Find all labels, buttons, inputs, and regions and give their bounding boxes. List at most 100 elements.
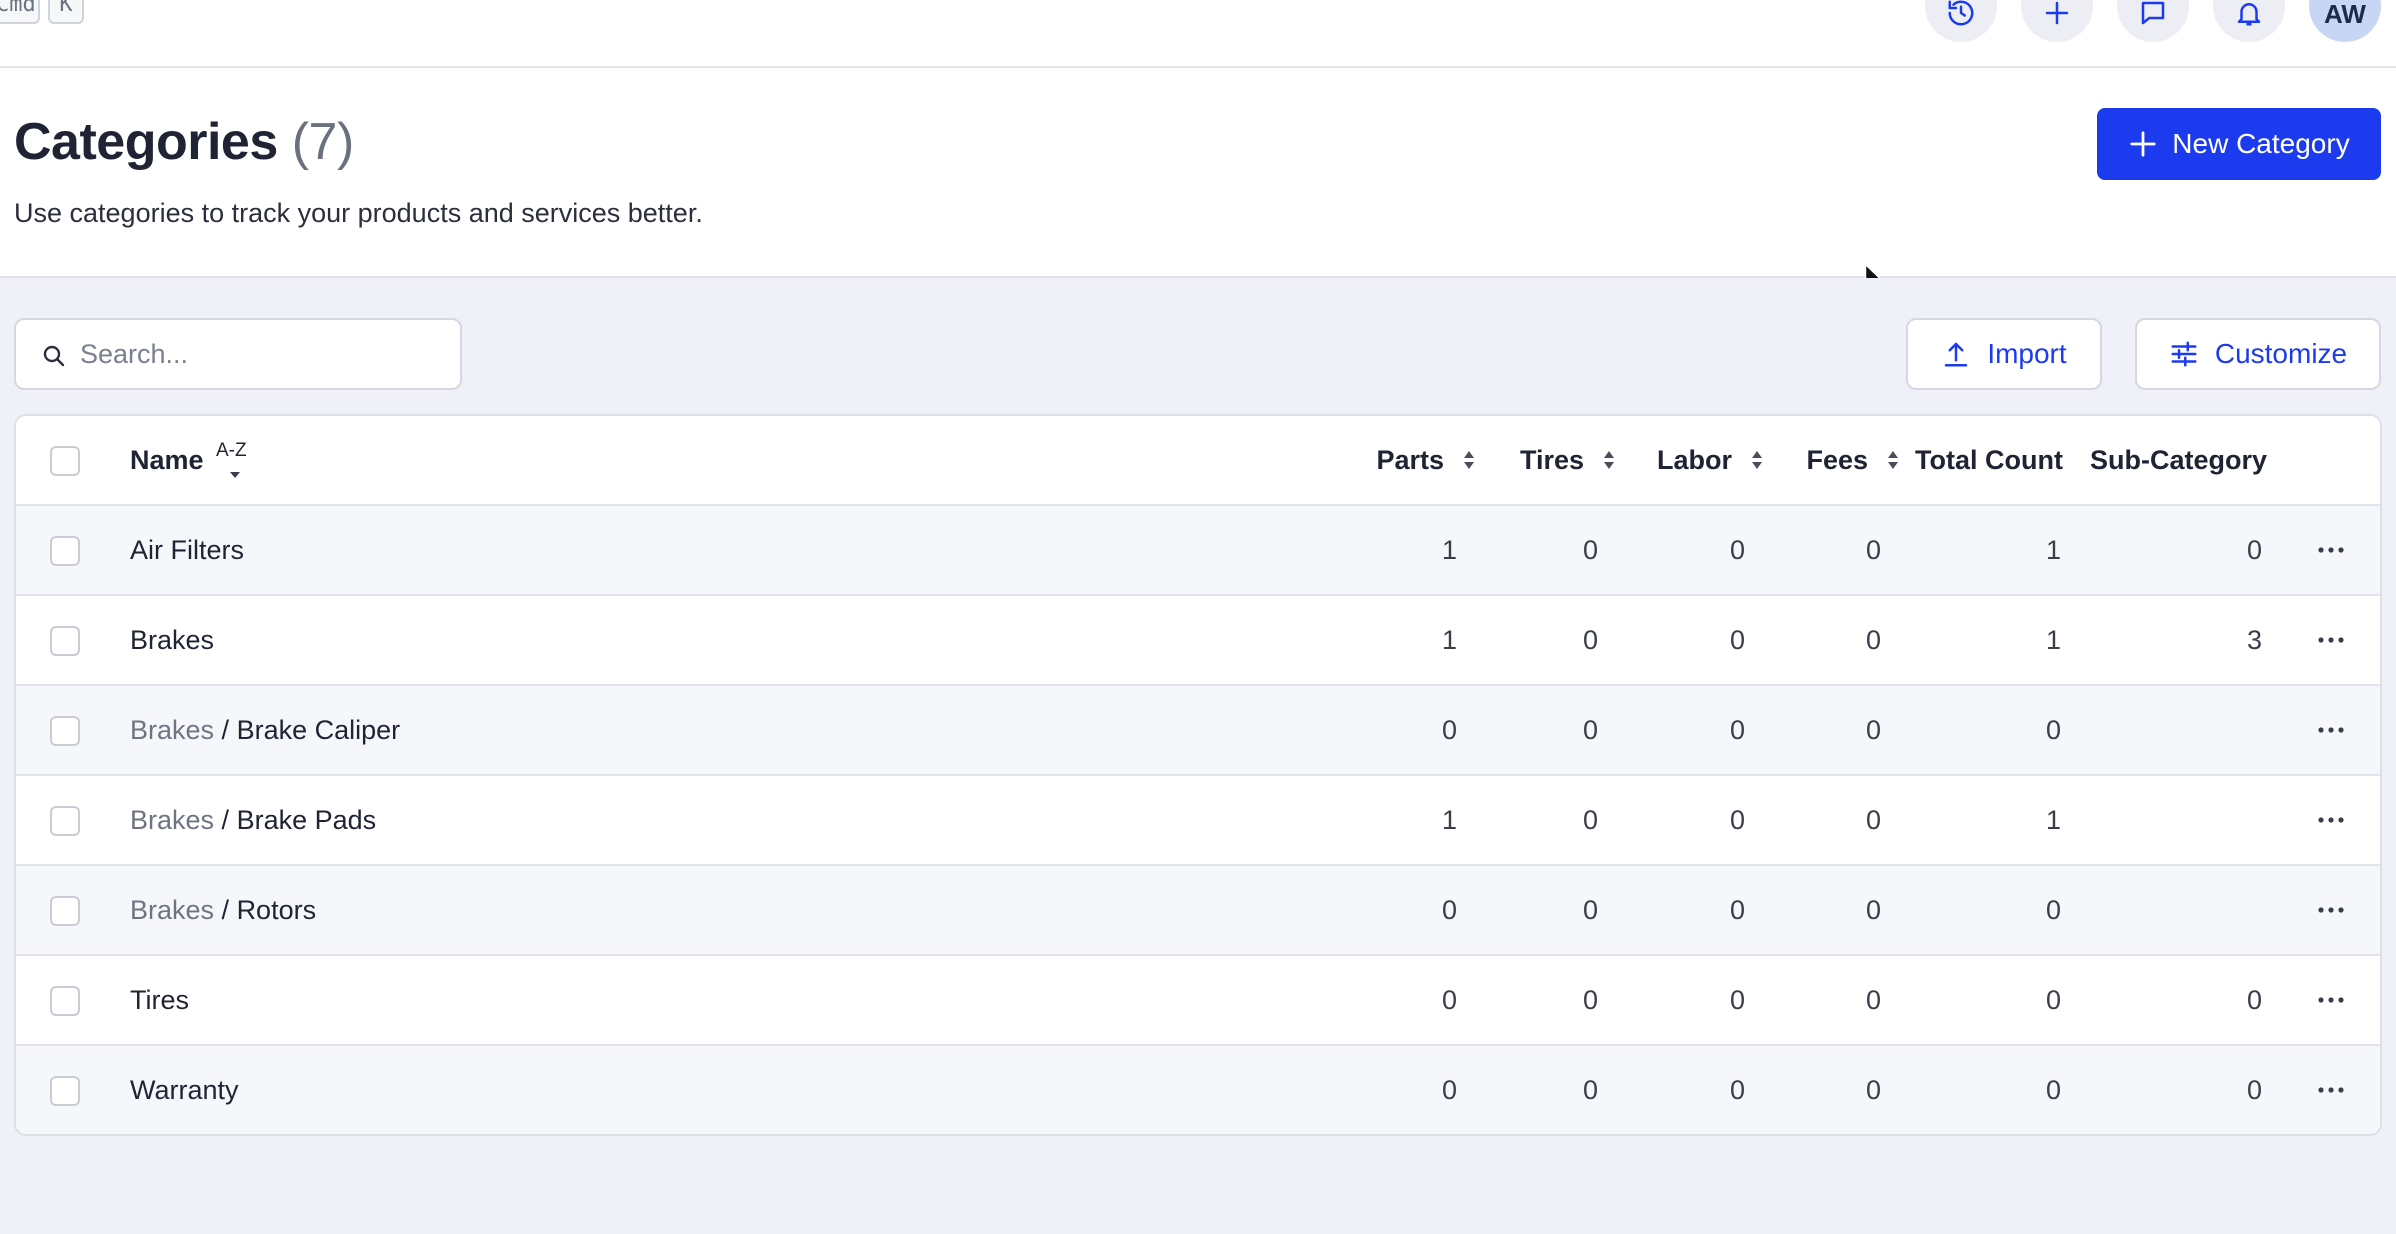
- cell-fees: 0: [1865, 625, 1881, 655]
- category-label: Brakes: [130, 625, 215, 655]
- history-button[interactable]: [1925, 0, 1997, 42]
- row-checkbox[interactable]: [50, 896, 80, 926]
- category-label: Brake Caliper: [236, 715, 401, 745]
- cell-labor: 0: [1729, 625, 1745, 655]
- category-name[interactable]: Warranty: [130, 1046, 239, 1134]
- cell-labor: 0: [1729, 805, 1745, 835]
- sliders-icon: [2171, 341, 2197, 367]
- category-name[interactable]: Brakes / Brake Pads: [130, 776, 376, 864]
- category-label: Rotors: [236, 895, 317, 925]
- row-checkbox[interactable]: [50, 986, 80, 1016]
- table-row[interactable]: Brakes / Brake Pads 1 0 0 0 1: [16, 776, 2380, 866]
- table-header-row: Name A-Z Parts Tires Labor Fees Total Co…: [16, 416, 2380, 506]
- table-row[interactable]: Warranty 0 0 0 0 0 0: [16, 1046, 2380, 1134]
- cell-total: 1: [2045, 535, 2061, 565]
- column-header-parts-label: Parts: [1376, 445, 1444, 475]
- table-row[interactable]: Brakes 1 0 0 0 1 3: [16, 596, 2380, 686]
- user-avatar[interactable]: AW: [2309, 0, 2381, 42]
- category-name[interactable]: Tires: [130, 956, 189, 1044]
- cell-tires: 0: [1582, 715, 1598, 745]
- category-name[interactable]: Brakes: [130, 596, 214, 684]
- cell-total: 0: [2045, 985, 2061, 1015]
- more-options-icon[interactable]: [2316, 988, 2346, 1012]
- column-header-fees[interactable]: Fees: [1716, 416, 1900, 504]
- path-separator: /: [214, 895, 237, 925]
- table-row[interactable]: Brakes / Brake Caliper 0 0 0 0 0: [16, 686, 2380, 776]
- cell-tires: 0: [1582, 1075, 1598, 1105]
- cell-parts: 0: [1441, 895, 1457, 925]
- cell-labor: 0: [1729, 895, 1745, 925]
- customize-button[interactable]: Customize: [2135, 318, 2381, 390]
- parent-category: Brakes: [130, 805, 215, 835]
- path-separator: /: [214, 805, 237, 835]
- select-all-checkbox[interactable]: [50, 446, 80, 476]
- page-subtitle: Use categories to track your products an…: [14, 198, 703, 228]
- categories-table: Name A-Z Parts Tires Labor Fees Total Co…: [14, 414, 2382, 1136]
- cell-sub: [2142, 686, 2262, 774]
- quick-add-button[interactable]: [2021, 0, 2093, 42]
- page-title: Categories (7): [14, 112, 354, 172]
- history-icon: [1948, 0, 1974, 26]
- parent-category: Brakes: [130, 895, 215, 925]
- more-options-icon[interactable]: [2316, 808, 2346, 832]
- cell-parts: 1: [1441, 625, 1457, 655]
- cell-tires: 0: [1582, 985, 1598, 1015]
- category-name[interactable]: Brakes / Rotors: [130, 866, 316, 954]
- more-options-icon[interactable]: [2316, 718, 2346, 742]
- new-category-label: New Category: [2172, 128, 2350, 159]
- cell-sub: 0: [2246, 985, 2262, 1015]
- page-header: Categories (7) Use categories to track y…: [0, 68, 2396, 297]
- cell-parts: 0: [1441, 1075, 1457, 1105]
- sort-desc-icon: [230, 472, 240, 478]
- plus-icon: [2130, 131, 2156, 157]
- table-row[interactable]: Brakes / Rotors 0 0 0 0 0: [16, 866, 2380, 956]
- category-name[interactable]: Air Filters: [130, 506, 244, 594]
- import-button[interactable]: Import: [1906, 318, 2102, 390]
- kbd-k-key: K: [48, 0, 84, 24]
- new-category-button[interactable]: New Category: [2097, 108, 2381, 180]
- more-options-icon[interactable]: [2316, 538, 2346, 562]
- row-checkbox[interactable]: [50, 716, 80, 746]
- cell-tires: 0: [1582, 625, 1598, 655]
- chat-icon: [2141, 1, 2165, 25]
- cell-fees: 0: [1865, 805, 1881, 835]
- kbd-cmd-key: Cmd: [0, 0, 40, 24]
- cell-sub: [2142, 866, 2262, 954]
- cell-total: 0: [2045, 1075, 2061, 1105]
- search-box[interactable]: [14, 318, 462, 390]
- import-label: Import: [1987, 338, 2067, 369]
- table-row[interactable]: Air Filters 1 0 0 0 1 0: [16, 506, 2380, 596]
- category-label: Brake Pads: [236, 805, 377, 835]
- top-bar: Cmd K AW: [0, 0, 2396, 68]
- cell-labor: 0: [1729, 535, 1745, 565]
- column-header-name[interactable]: Name: [130, 416, 204, 504]
- cell-fees: 0: [1865, 715, 1881, 745]
- cell-tires: 0: [1582, 895, 1598, 925]
- category-label: Air Filters: [130, 535, 244, 565]
- customize-label: Customize: [2214, 338, 2348, 369]
- row-checkbox[interactable]: [50, 626, 80, 656]
- cell-fees: 0: [1865, 985, 1881, 1015]
- table-row[interactable]: Tires 0 0 0 0 0 0: [16, 956, 2380, 1046]
- name-sort-label[interactable]: A-Z: [216, 440, 247, 462]
- cell-fees: 0: [1865, 895, 1881, 925]
- cell-total: 0: [2045, 715, 2061, 745]
- cell-tires: 0: [1582, 805, 1598, 835]
- row-checkbox[interactable]: [50, 1076, 80, 1106]
- row-checkbox[interactable]: [50, 806, 80, 836]
- cell-labor: 0: [1729, 985, 1745, 1015]
- cell-parts: 0: [1441, 715, 1457, 745]
- parent-category: Brakes: [130, 715, 215, 745]
- more-options-icon[interactable]: [2316, 628, 2346, 652]
- search-input[interactable]: [80, 320, 450, 388]
- notifications-button[interactable]: [2213, 0, 2285, 42]
- messages-button[interactable]: [2117, 0, 2189, 42]
- more-options-icon[interactable]: [2316, 1078, 2346, 1102]
- cell-labor: 0: [1729, 715, 1745, 745]
- more-options-icon[interactable]: [2316, 898, 2346, 922]
- row-checkbox[interactable]: [50, 536, 80, 566]
- column-header-tires-label: Tires: [1519, 445, 1584, 475]
- category-name[interactable]: Brakes / Brake Caliper: [130, 686, 400, 774]
- category-label: Warranty: [130, 1075, 239, 1105]
- cell-parts: 1: [1441, 535, 1457, 565]
